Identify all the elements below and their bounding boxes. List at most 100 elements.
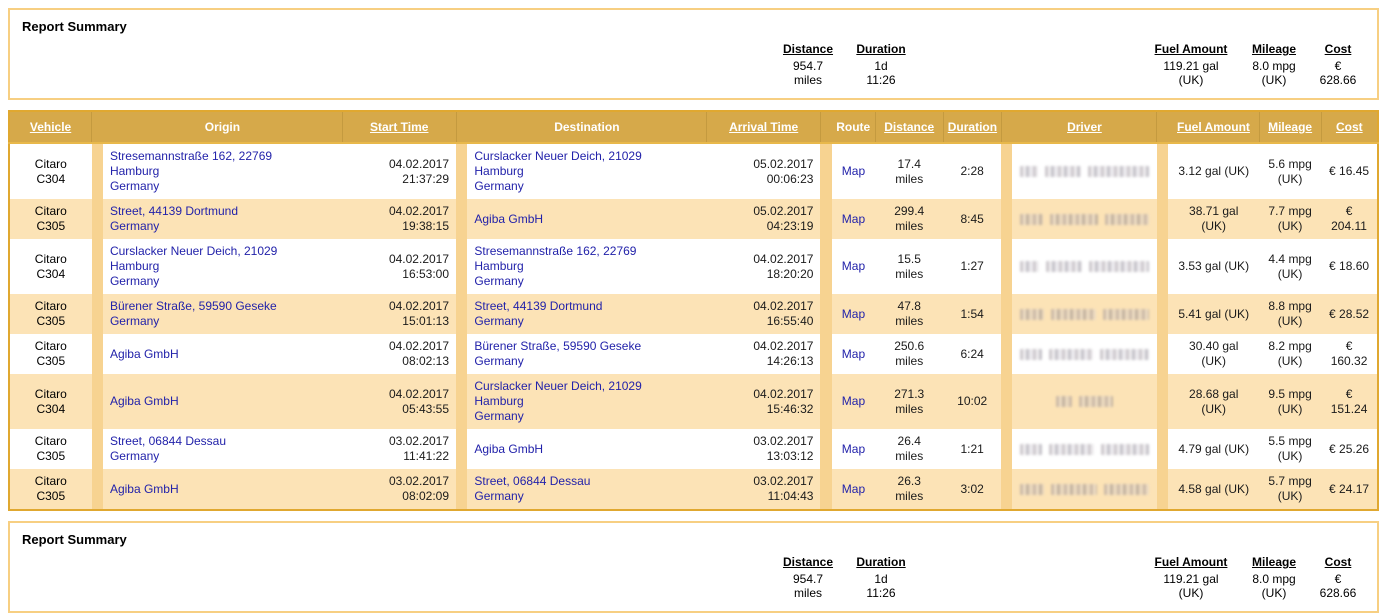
column-header-duration[interactable]: Duration <box>943 111 1002 144</box>
summary-cost: Cost € 628.66 <box>1309 42 1367 87</box>
cell-origin[interactable]: Stresemannstraße 162, 22769 Hamburg Germ… <box>102 143 343 199</box>
cell-cost: € 160.32 <box>1321 334 1378 374</box>
cell-vehicle: Citaro C305 <box>9 469 92 510</box>
cell-route-map-link[interactable]: Map <box>831 239 876 294</box>
cell-route-map-link[interactable]: Map <box>831 469 876 510</box>
trips-table: Vehicle Origin Start Time Destination Ar… <box>8 110 1379 511</box>
cell-mileage: 8.8 mpg (UK) <box>1259 294 1322 334</box>
cell-start-time: 03.02.2017 08:02:09 <box>342 469 457 510</box>
column-header-cost[interactable]: Cost <box>1321 111 1378 144</box>
row-spacer-4 <box>1001 143 1013 199</box>
column-header-arrival-time[interactable]: Arrival Time <box>706 111 821 144</box>
redaction-block <box>1088 261 1149 272</box>
cell-route-map-link[interactable]: Map <box>831 334 876 374</box>
column-header-mileage[interactable]: Mileage <box>1259 111 1322 144</box>
driver-name-redacted <box>1020 165 1149 178</box>
cell-destination[interactable]: Curslacker Neuer Deich, 21029 Hamburg Ge… <box>467 374 707 429</box>
cell-start-time: 04.02.2017 19:38:15 <box>342 199 457 239</box>
cell-driver <box>1012 429 1157 469</box>
cell-destination[interactable]: Stresemannstraße 162, 22769 Hamburg Germ… <box>467 239 707 294</box>
row-spacer-5 <box>1156 469 1169 510</box>
cell-origin[interactable]: Curslacker Neuer Deich, 21029 Hamburg Ge… <box>102 239 343 294</box>
cell-duration: 2:28 <box>943 143 1002 199</box>
summary-fuel-amount-label-bottom: Fuel Amount <box>1154 555 1228 569</box>
cell-route-map-link[interactable]: Map <box>831 199 876 239</box>
cell-mileage: 5.6 mpg (UK) <box>1259 143 1322 199</box>
header-spacer-4 <box>1001 111 1013 144</box>
header-spacer-2 <box>456 111 468 144</box>
cell-fuel-amount: 3.12 gal (UK) <box>1168 143 1260 199</box>
cell-origin[interactable]: Agiba GmbH <box>102 374 343 429</box>
cell-driver <box>1012 294 1157 334</box>
row-spacer-3 <box>820 469 832 510</box>
cell-distance: 17.4 miles <box>875 143 944 199</box>
column-header-vehicle[interactable]: Vehicle <box>9 111 93 144</box>
summary-fuel-amount-label: Fuel Amount <box>1154 42 1228 56</box>
cell-vehicle: Citaro C304 <box>9 374 92 429</box>
cell-fuel-amount: 30.40 gal (UK) <box>1168 334 1260 374</box>
cell-destination[interactable]: Agiba GmbH <box>467 429 707 469</box>
cell-route-map-link[interactable]: Map <box>831 143 876 199</box>
summary-duration: Duration 1d 11:26 <box>845 42 917 87</box>
cell-arrival-time: 04.02.2017 16:55:40 <box>706 294 821 334</box>
column-header-start-time[interactable]: Start Time <box>342 111 457 144</box>
cell-origin[interactable]: Street, 44139 Dortmund Germany <box>102 199 343 239</box>
cell-driver <box>1012 199 1157 239</box>
cell-duration: 1:54 <box>943 294 1002 334</box>
cell-mileage: 5.5 mpg (UK) <box>1259 429 1322 469</box>
row-spacer-2 <box>456 143 468 199</box>
column-header-distance[interactable]: Distance <box>875 111 944 144</box>
row-spacer-5 <box>1156 239 1169 294</box>
redaction-block <box>1049 348 1094 360</box>
row-spacer-1 <box>91 143 103 199</box>
redaction-block <box>1020 483 1045 495</box>
cell-route-map-link[interactable]: Map <box>831 294 876 334</box>
row-spacer-5 <box>1156 199 1169 239</box>
summary-mileage: Mileage 8.0 mpg (UK) <box>1239 42 1309 87</box>
cell-cost: € 24.17 <box>1321 469 1378 510</box>
cell-distance: 15.5 miles <box>875 239 944 294</box>
row-spacer-4 <box>1001 199 1013 239</box>
cell-origin[interactable]: Agiba GmbH <box>102 469 343 510</box>
cell-distance: 26.3 miles <box>875 469 944 510</box>
summary-duration-label-bottom: Duration <box>856 555 906 569</box>
cell-driver <box>1012 334 1157 374</box>
summary-distance-value: 954.7 miles <box>792 59 824 87</box>
driver-name-redacted <box>1020 308 1149 321</box>
cell-origin[interactable]: Street, 06844 Dessau Germany <box>102 429 343 469</box>
cell-arrival-time: 03.02.2017 13:03:12 <box>706 429 821 469</box>
row-spacer-4 <box>1001 294 1013 334</box>
redaction-block <box>1104 483 1149 495</box>
trips-table-container: Vehicle Origin Start Time Destination Ar… <box>8 110 1379 511</box>
redaction-block <box>1020 166 1038 177</box>
cell-fuel-amount: 38.71 gal (UK) <box>1168 199 1260 239</box>
table-row: Citaro C305 Street, 44139 Dortmund German… <box>9 199 1378 239</box>
row-spacer-3 <box>820 374 832 429</box>
cell-destination[interactable]: Street, 44139 Dortmund Germany <box>467 294 707 334</box>
cell-origin[interactable]: Agiba GmbH <box>102 334 343 374</box>
summary-duration-value-bottom: 1d 11:26 <box>866 572 896 600</box>
column-header-driver[interactable]: Driver <box>1012 111 1158 144</box>
summary-cost-value-bottom: € 628.66 <box>1319 572 1357 600</box>
cell-fuel-amount: 5.41 gal (UK) <box>1168 294 1260 334</box>
cell-fuel-amount: 4.58 gal (UK) <box>1168 469 1260 510</box>
cell-route-map-link[interactable]: Map <box>831 374 876 429</box>
cell-destination[interactable]: Curslacker Neuer Deich, 21029 Hamburg Ge… <box>467 143 707 199</box>
cell-vehicle: Citaro C305 <box>9 294 92 334</box>
redaction-block <box>1079 396 1114 407</box>
table-row: Citaro C305 Street, 06844 Dessau Germany 0… <box>9 429 1378 469</box>
cell-route-map-link[interactable]: Map <box>831 429 876 469</box>
cell-destination[interactable]: Bürener Straße, 59590 Geseke Germany <box>467 334 707 374</box>
column-header-route: Route <box>831 111 876 144</box>
row-spacer-4 <box>1001 469 1013 510</box>
redaction-block <box>1100 348 1149 360</box>
column-header-fuel-amount[interactable]: Fuel Amount <box>1168 111 1260 144</box>
summary-mileage-label-bottom: Mileage <box>1251 555 1296 569</box>
cell-distance: 271.3 miles <box>875 374 944 429</box>
cell-destination[interactable]: Agiba GmbH <box>467 199 707 239</box>
cell-destination[interactable]: Street, 06844 Dessau Germany <box>467 469 707 510</box>
row-spacer-5 <box>1156 143 1169 199</box>
cell-origin[interactable]: Bürener Straße, 59590 Geseke Germany <box>102 294 343 334</box>
driver-name-redacted <box>1020 443 1149 456</box>
row-spacer-2 <box>456 334 468 374</box>
